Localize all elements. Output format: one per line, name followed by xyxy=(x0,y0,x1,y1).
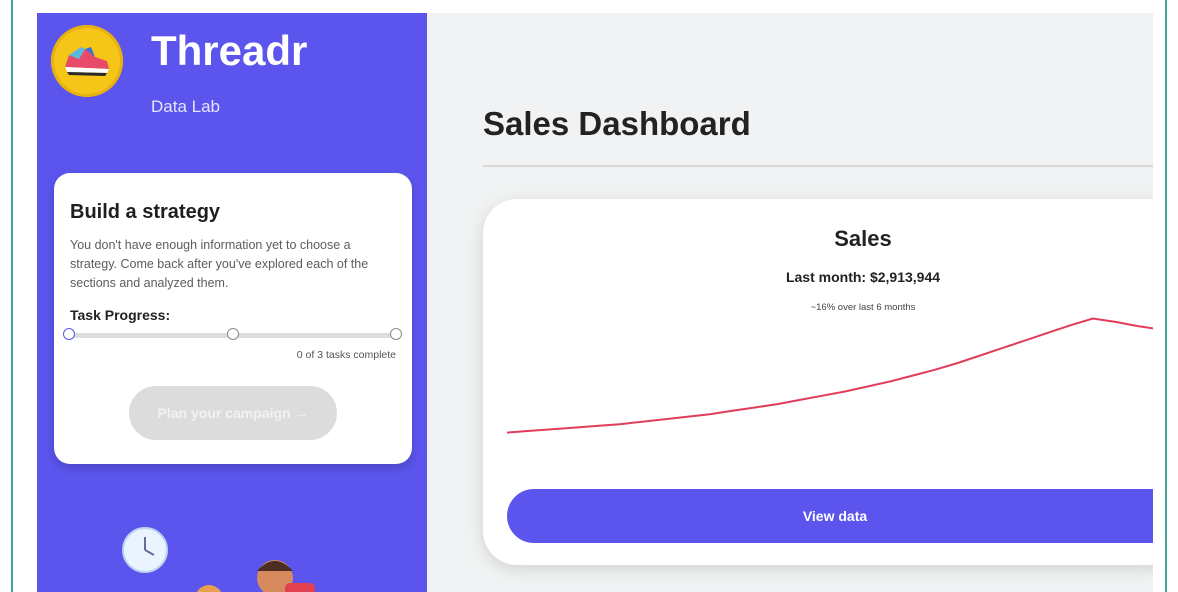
clock-icon xyxy=(122,527,168,573)
sales-series-line xyxy=(507,317,1153,434)
sidebar: Threadr Data Lab Build a strategy You do… xyxy=(37,13,427,592)
sales-card: Sales Last month: $2,913,944 ~16% over l… xyxy=(483,199,1153,565)
progress-step-2 xyxy=(227,328,239,340)
main-content: Sales Dashboard Sales Last month: $2,913… xyxy=(427,13,1153,592)
tasks-complete-text: 0 of 3 tasks complete xyxy=(296,349,396,361)
strategy-card: Build a strategy You don't have enough i… xyxy=(54,173,412,464)
page-title: Sales Dashboard xyxy=(483,105,751,142)
plan-campaign-button[interactable]: Plan your campaign → xyxy=(129,386,337,440)
sales-line-chart xyxy=(507,317,1153,434)
view-data-button[interactable]: View data xyxy=(507,489,1153,543)
brand-subtitle: Data Lab xyxy=(151,97,220,116)
task-progress-label: Task Progress: xyxy=(70,307,171,323)
strategy-description: You don't have enough information yet to… xyxy=(70,238,369,290)
sneaker-logo-icon xyxy=(51,25,123,97)
last-month-sales: Last month: $2,913,944 xyxy=(785,269,941,285)
progress-step-1 xyxy=(63,328,75,340)
strategy-title: Build a strategy xyxy=(70,201,221,223)
title-divider xyxy=(483,165,1153,167)
right-border-line xyxy=(1165,0,1167,592)
people-illustration xyxy=(122,527,315,592)
left-border-line xyxy=(11,0,13,592)
brand-name: Threadr xyxy=(151,27,308,74)
progress-step-3 xyxy=(390,328,402,340)
sales-card-title: Sales xyxy=(834,226,892,251)
